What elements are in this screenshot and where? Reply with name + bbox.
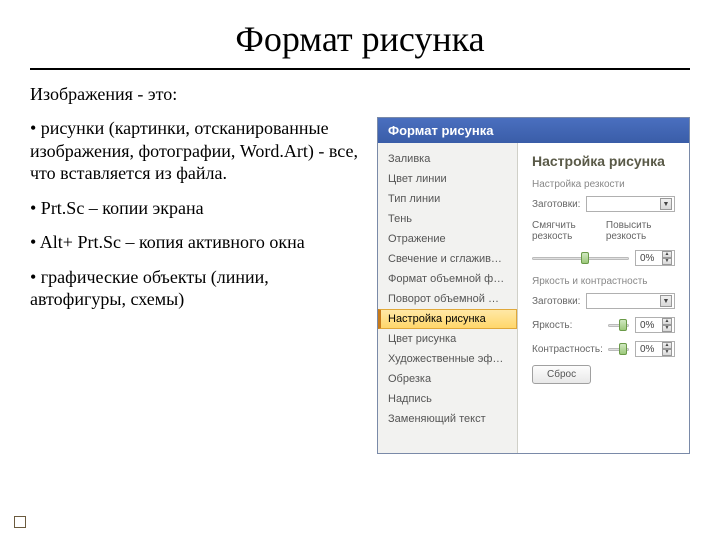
contrast-value[interactable]: 0% ▲ ▼ — [635, 341, 675, 357]
sharpness-slider[interactable] — [532, 251, 629, 265]
sidebar-item-line-color[interactable]: Цвет линии — [378, 169, 517, 189]
chevron-down-icon: ▼ — [660, 295, 672, 307]
sidebar-item-crop[interactable]: Обрезка — [378, 369, 517, 389]
title-rule — [30, 68, 690, 70]
preset-label: Заготовки: — [532, 199, 580, 210]
format-picture-dialog: Формат рисунка Заливка Цвет линии Тип ли… — [377, 117, 690, 454]
sidebar-item-fill[interactable]: Заливка — [378, 149, 517, 169]
contrast-slider[interactable] — [608, 342, 629, 356]
sidebar-item-reflection[interactable]: Отражение — [378, 229, 517, 249]
chevron-down-icon: ▼ — [660, 198, 672, 210]
brightness-label: Яркость: — [532, 320, 602, 331]
sidebar-item-line-style[interactable]: Тип линии — [378, 189, 517, 209]
slide-title: Формат рисунка — [30, 18, 690, 60]
sidebar-item-picture-color[interactable]: Цвет рисунка — [378, 329, 517, 349]
sidebar-item-shadow[interactable]: Тень — [378, 209, 517, 229]
preset2-label: Заготовки: — [532, 296, 580, 307]
sidebar-item-3d-rotation[interactable]: Поворот объемной фигуры — [378, 289, 517, 309]
sidebar-item-alt-text[interactable]: Заменяющий текст — [378, 409, 517, 429]
brightness-group-label: Яркость и контрастность — [532, 276, 675, 287]
sharpness-group-label: Настройка резкости — [532, 179, 675, 190]
panel-heading: Настройка рисунка — [532, 153, 675, 169]
sidebar-item-3d-format[interactable]: Формат объемной фигуры — [378, 269, 517, 289]
subtitle: Изображения - это: — [30, 84, 690, 105]
sharpness-value[interactable]: 0% ▲ ▼ — [635, 250, 675, 266]
sidebar-item-glow[interactable]: Свечение и сглаживание — [378, 249, 517, 269]
dialog-sidebar: Заливка Цвет линии Тип линии Тень Отраже… — [378, 143, 518, 453]
reset-button[interactable]: Сброс — [532, 365, 591, 384]
bullet-2: • Prt.Sc – копии экрана — [30, 197, 365, 220]
sidebar-item-picture-corrections[interactable]: Настройка рисунка — [378, 309, 517, 329]
soften-label: Смягчить резкость — [532, 220, 590, 242]
preset2-dropdown[interactable]: ▼ — [586, 293, 675, 309]
bullet-3: • Alt+ Prt.Sc – копия активного окна — [30, 231, 365, 254]
dialog-title: Формат рисунка — [378, 118, 689, 143]
slide-corner-marker — [14, 516, 26, 528]
sharpen-label: Повысить резкость — [606, 220, 665, 242]
sidebar-item-textbox[interactable]: Надпись — [378, 389, 517, 409]
bullet-4: • графические объекты (линии, автофигуры… — [30, 266, 365, 311]
contrast-label: Контрастность: — [532, 344, 602, 355]
preset-dropdown[interactable]: ▼ — [586, 196, 675, 212]
brightness-value[interactable]: 0% ▲ ▼ — [635, 317, 675, 333]
sidebar-item-artistic-effects[interactable]: Художественные эффекты — [378, 349, 517, 369]
brightness-slider[interactable] — [608, 318, 629, 332]
bullet-1: • рисунки (картинки, отсканированные изо… — [30, 117, 365, 185]
